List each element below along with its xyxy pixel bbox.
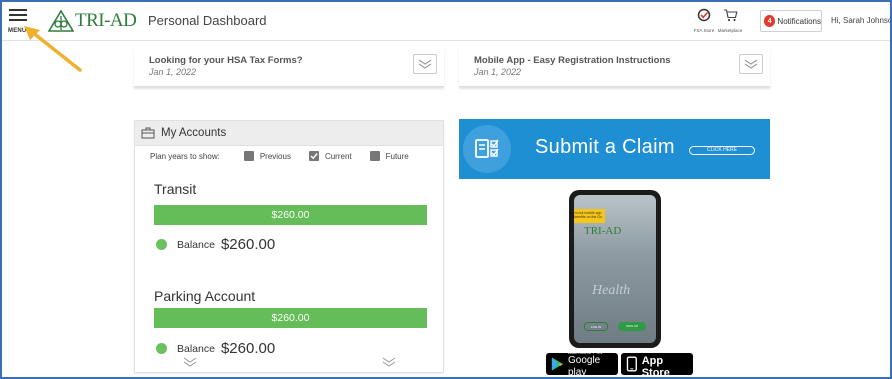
- annotation-arrow-icon: [24, 26, 82, 72]
- account-name[interactable]: Transit: [154, 181, 196, 197]
- announcement-card: Mobile App - Easy Registration Instructi…: [459, 47, 770, 87]
- account-name[interactable]: Parking Account: [154, 288, 255, 304]
- plan-year-previous-checkbox[interactable]: Previous: [243, 151, 291, 161]
- user-greeting[interactable]: Hi, Sarah Johnson: [831, 16, 890, 25]
- announcement-title: Mobile App - Easy Registration Instructi…: [474, 55, 671, 66]
- app-store-badge[interactable]: Available on the App Store: [621, 349, 693, 377]
- phone-screen-jar-image: Health: [592, 283, 631, 298]
- account-balance-bar: $260.00: [154, 205, 427, 225]
- my-accounts-panel: My Accounts Plan years to show: Previous…: [134, 120, 444, 373]
- expand-announcement-button[interactable]: [413, 54, 437, 74]
- checkbox-icon: [369, 151, 380, 161]
- chevron-down-icon: [744, 59, 758, 69]
- phone-signup-button: SIGN UP: [618, 322, 646, 331]
- briefcase-icon: [141, 127, 155, 139]
- cart-icon: [723, 9, 737, 22]
- hamburger-icon-bar: [9, 19, 27, 21]
- balance-dot-icon: [156, 239, 167, 250]
- google-play-icon: [551, 357, 564, 371]
- hamburger-icon: [9, 9, 27, 11]
- app-store-text: App Store: [641, 354, 670, 379]
- chevron-down-icon: [418, 59, 432, 69]
- account-balance-row: Balance $260.00: [156, 340, 275, 357]
- plan-year-current-checkbox[interactable]: Current: [308, 151, 352, 161]
- announcement-date: Jan 1, 2022: [474, 67, 522, 77]
- claim-form-icon: [463, 125, 511, 173]
- announcement-card: Looking for your HSA Tax Forms? Jan 1, 2…: [134, 47, 444, 87]
- expand-announcement-button[interactable]: [739, 54, 763, 74]
- notifications-label: Notifications: [777, 16, 821, 26]
- notifications-count-badge: 4: [764, 15, 776, 27]
- balance-amount: $260.00: [220, 236, 276, 253]
- marketplace-link[interactable]: Marketplace: [716, 8, 744, 33]
- plan-year-previous-label: Previous: [259, 151, 291, 161]
- plan-years-row: Plan years to show: Previous Current Fut…: [135, 146, 443, 166]
- google-play-badge[interactable]: ANDROID APP ON Google play: [546, 350, 618, 377]
- submit-claim-label: Submit a Claim: [535, 136, 675, 158]
- phone-screen-logo: TRI-AD: [584, 225, 622, 237]
- notifications-button[interactable]: 4 Notifications: [760, 10, 822, 32]
- chevron-down-icon[interactable]: [382, 357, 396, 367]
- top-header: MENU TRI-AD Personal Dashboard FSA Store: [2, 2, 890, 41]
- plan-year-future-checkbox[interactable]: Future: [369, 151, 409, 161]
- click-here-button[interactable]: CLICK HERE: [689, 146, 755, 155]
- balance-label: Balance: [177, 238, 215, 251]
- chevron-down-icon[interactable]: [183, 357, 197, 367]
- checkbox-icon: [243, 151, 254, 161]
- balance-label: Balance: [177, 342, 215, 355]
- mobile-app-phone-image: I'm not mobile app Benefits on the Go TR…: [569, 190, 661, 348]
- announcement-date: Jan 1, 2022: [149, 67, 197, 77]
- my-accounts-header: My Accounts: [135, 121, 443, 146]
- submit-claim-banner[interactable]: Submit a Claim CLICK HERE: [459, 119, 770, 179]
- plan-years-label: Plan years to show:: [150, 151, 220, 161]
- account-balance-row: Balance $260.00: [156, 236, 275, 253]
- phone-screen-tape: I'm not mobile app Benefits on the Go: [574, 209, 605, 223]
- phone-screen: I'm not mobile app Benefits on the Go TR…: [574, 195, 656, 343]
- app-window: MENU TRI-AD Personal Dashboard FSA Store: [0, 0, 892, 379]
- plan-year-future-label: Future: [385, 151, 409, 161]
- checked-checkbox-icon: [308, 151, 319, 161]
- page-title: Personal Dashboard: [148, 13, 267, 28]
- announcement-title: Looking for your HSA Tax Forms?: [149, 55, 303, 66]
- phone-login-button: LOG IN: [584, 322, 608, 331]
- plan-year-current-label: Current: [324, 151, 352, 161]
- phone-outline-icon: [626, 356, 637, 372]
- balance-amount: $260.00: [220, 340, 276, 357]
- google-play-text: Google play: [567, 354, 601, 378]
- fsa-store-link[interactable]: FSA Store: [690, 8, 718, 33]
- fsa-store-label: FSA Store: [693, 28, 715, 33]
- account-balance-bar: $260.00: [154, 308, 427, 328]
- hamburger-icon-bar: [9, 14, 27, 16]
- my-accounts-title: My Accounts: [161, 127, 227, 139]
- fsa-store-icon: [697, 8, 711, 22]
- marketplace-label: Marketplace: [717, 28, 743, 33]
- balance-dot-icon: [156, 343, 167, 354]
